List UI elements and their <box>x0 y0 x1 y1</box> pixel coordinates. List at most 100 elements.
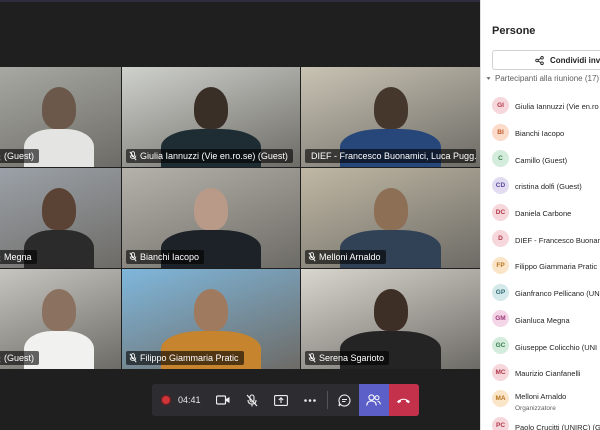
mic-off-icon <box>129 252 137 262</box>
participant-text: Filippo Giammaria Pratic <box>515 256 597 274</box>
camera-button[interactable] <box>209 384 238 416</box>
participant-text: Paolo Crucitti (UNIRC) (G <box>515 417 600 430</box>
control-separator <box>326 391 328 409</box>
participant-text: Maurizio Cianfanelli <box>515 363 580 381</box>
participant-video-head <box>41 289 76 331</box>
participant-row[interactable]: MA Melloni Arnaldo Organizzatore <box>492 386 600 413</box>
video-tile[interactable]: Filippo Giammaria Pratic <box>122 269 300 369</box>
participant-text: Gianluca Megna <box>515 310 570 328</box>
participants-section-label: Partecipanti alla riunione (17) <box>495 74 600 83</box>
participant-row[interactable]: GI Giulia Iannuzzi (Vie en.ro <box>492 92 600 119</box>
participant-name: Giulia Iannuzzi (Vie en.ro.se) (Guest) <box>140 151 288 161</box>
people-panel: Persone Condividi invit Partecipanti all… <box>480 0 600 430</box>
hang-up-icon <box>397 398 411 403</box>
mic-off-icon <box>129 353 137 363</box>
participant-list-name: Paolo Crucitti (UNIRC) (G <box>515 422 600 430</box>
avatar: GI <box>492 96 509 114</box>
participants-section-header[interactable]: Partecipanti alla riunione (17) <box>486 74 599 83</box>
participant-role: Organizzatore <box>515 404 556 412</box>
video-tile[interactable]: Giulia Iannuzzi (Vie en.ro.se) (Guest) <box>122 67 300 167</box>
share-invite-label: Condividi invit <box>550 55 600 65</box>
participant-list-name: Giuseppe Colicchio (UNI <box>515 342 598 352</box>
participant-video-head <box>41 87 76 129</box>
video-tile[interactable]: Melloni Arnaldo <box>301 168 480 268</box>
chat-button[interactable] <box>330 384 359 416</box>
avatar: D <box>492 230 509 248</box>
participant-list-name: Gianfranco Pellicano (UN <box>515 289 600 299</box>
mic-off-icon <box>0 357 1 363</box>
teams-meeting-window: (Guest) Giulia Iannuzzi (Vie en.ro.se) (G… <box>0 0 600 430</box>
participant-text: Giulia Iannuzzi (Vie en.ro <box>515 96 599 114</box>
meeting-controls: 04:41 <box>152 384 419 416</box>
participant-text: Giuseppe Colicchio (UNI <box>515 337 597 355</box>
participant-list-name: Gianluca Megna <box>515 315 570 325</box>
microphone-button[interactable] <box>238 384 267 416</box>
video-tile[interactable]: (Guest) <box>0 269 121 369</box>
participant-video-head <box>373 87 408 129</box>
participant-row[interactable]: PC Paolo Crucitti (UNIRC) (G <box>492 412 600 430</box>
participant-name: Bianchi Iacopo <box>140 252 200 262</box>
video-tile[interactable]: DIEF - Francesco Buonamici, Luca Pugg... <box>301 67 480 167</box>
participant-list-name: Daniela Carbone <box>515 209 572 219</box>
camera-icon <box>216 395 230 405</box>
mic-off-icon <box>0 256 1 262</box>
participant-nameplate: Serena Sgarioto <box>305 351 390 365</box>
share-icon <box>535 55 544 65</box>
share-screen-icon <box>274 394 288 406</box>
video-tile[interactable]: Serena Sgarioto <box>301 269 480 369</box>
more-actions-button[interactable] <box>296 384 325 416</box>
participant-nameplate: (Guest) <box>0 149 40 163</box>
participant-name: (Guest) <box>4 353 35 363</box>
participant-row[interactable]: CD cristina dolfi (Guest) <box>492 172 600 199</box>
record-dot-icon <box>162 396 170 404</box>
share-invite-button[interactable]: Condividi invit <box>492 50 600 70</box>
participants-button[interactable] <box>358 384 389 416</box>
participant-name: (Guest) <box>4 151 35 161</box>
participant-name: Serena Sgarioto <box>319 353 385 363</box>
mic-off-icon <box>246 393 258 406</box>
recording-indicator[interactable]: 04:41 <box>152 395 209 405</box>
participant-name: Melloni Arnaldo <box>319 252 381 262</box>
mic-off-icon <box>308 353 316 363</box>
participant-row[interactable]: C Camillo (Guest) <box>492 145 600 172</box>
participant-row[interactable]: BI Bianchi Iacopo <box>492 119 600 146</box>
participant-list: GI Giulia Iannuzzi (Vie en.ro BI Bianchi Ia… <box>492 92 600 430</box>
chat-icon <box>337 393 351 406</box>
participant-text: Gianfranco Pellicano (UN <box>515 283 600 301</box>
participant-video-head <box>373 289 408 331</box>
controls-group: 04:41 <box>152 384 419 416</box>
participant-text: cristina dolfi (Guest) <box>515 176 582 194</box>
participant-text: Daniela Carbone <box>515 203 571 221</box>
avatar: MA <box>492 390 509 408</box>
participant-list-name: Melloni Arnaldo <box>515 391 567 401</box>
avatar: GM <box>492 310 509 328</box>
participant-row[interactable]: GC Giuseppe Colicchio (UNI <box>492 332 600 359</box>
participant-nameplate: Filippo Giammaria Pratic <box>126 351 244 365</box>
participant-row[interactable]: D DIEF - Francesco Buonam <box>492 225 600 252</box>
mic-off-icon <box>0 155 1 161</box>
video-tile[interactable]: (Guest) <box>0 67 121 167</box>
avatar: BI <box>492 123 509 141</box>
participant-nameplate: DIEF - Francesco Buonamici, Luca Pugg... <box>305 149 476 163</box>
participant-nameplate: Megna <box>0 250 37 264</box>
participant-row[interactable]: FP Filippo Giammaria Pratic <box>492 252 600 279</box>
recording-time: 04:41 <box>178 395 201 405</box>
participant-video-head <box>373 188 408 230</box>
participant-text: DIEF - Francesco Buonam <box>515 230 600 248</box>
participant-row[interactable]: GM Gianluca Megna <box>492 306 600 333</box>
video-tile[interactable]: Megna <box>0 168 121 268</box>
panel-title: Persone <box>492 25 536 37</box>
participant-row[interactable]: MC Maurizio Cianfanelli <box>492 359 600 386</box>
participant-text: Melloni Arnaldo Organizzatore <box>515 386 566 412</box>
video-tile[interactable]: Bianchi Iacopo <box>122 168 300 268</box>
participant-row[interactable]: GP Gianfranco Pellicano (UN <box>492 279 600 306</box>
participant-row[interactable]: DC Daniela Carbone <box>492 199 600 226</box>
participant-nameplate: (Guest) <box>0 351 40 365</box>
share-screen-button[interactable] <box>267 384 296 416</box>
participant-list-name: DIEF - Francesco Buonam <box>515 235 600 245</box>
participant-nameplate: Melloni Arnaldo <box>305 250 386 264</box>
leave-call-button[interactable] <box>388 384 419 416</box>
participant-nameplate: Giulia Iannuzzi (Vie en.ro.se) (Guest) <box>126 149 293 163</box>
avatar: PC <box>492 417 509 430</box>
participant-video-head <box>194 188 228 230</box>
